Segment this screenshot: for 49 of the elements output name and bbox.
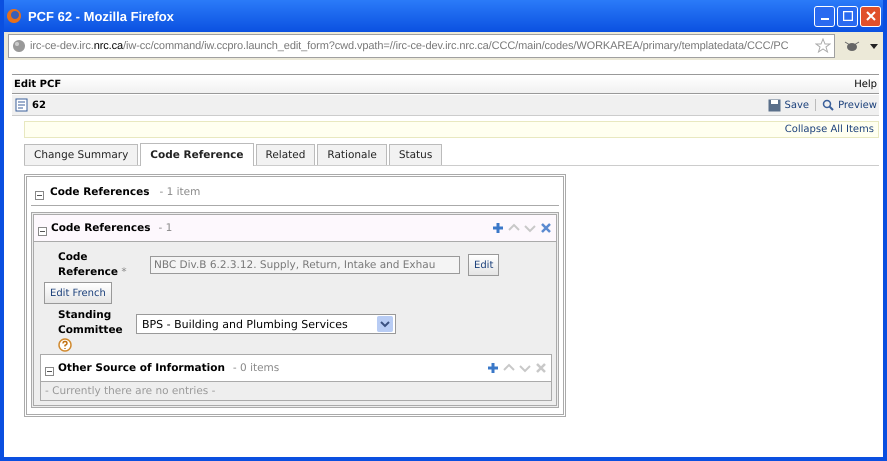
form-icon: [14, 98, 28, 112]
delete-icon[interactable]: [540, 222, 552, 234]
collapse-icon[interactable]: [45, 366, 54, 376]
collapse-icon[interactable]: [35, 190, 44, 200]
tab[interactable]: Rationale: [317, 144, 387, 165]
collapse-all-link[interactable]: Collapse All Items: [784, 124, 874, 135]
empty-message: - Currently there are no entries -: [44, 384, 216, 399]
globe-icon: [12, 39, 26, 53]
code-reference-field[interactable]: NBC Div.B 6.2.3.12. Supply, Return, Intake and Exhau: [150, 256, 460, 274]
bug-icon[interactable]: [843, 39, 861, 53]
field-label: Code Reference: [58, 251, 118, 278]
star-icon[interactable]: [815, 38, 831, 54]
plus-icon[interactable]: [492, 222, 504, 234]
save-link[interactable]: Save: [784, 100, 810, 110]
tab[interactable]: Change Summary: [24, 144, 138, 165]
close-icon: [866, 11, 876, 21]
item-count: - 0 items: [232, 362, 280, 374]
dropdown-icon: [377, 316, 393, 332]
maximize-button[interactable]: [837, 6, 858, 26]
edit-button[interactable]: Edit: [468, 254, 500, 276]
save-icon[interactable]: [768, 98, 781, 112]
minimize-button[interactable]: [814, 6, 835, 26]
item-count: - 1 item: [159, 186, 200, 198]
dropdown-icon[interactable]: [869, 42, 879, 50]
tab[interactable]: Related: [256, 144, 316, 165]
collapse-icon[interactable]: [38, 226, 47, 236]
window-title: PCF 62 - Mozilla Firefox: [28, 8, 174, 24]
required-mark: *: [121, 266, 127, 278]
record-number: 62: [32, 100, 46, 110]
minimize-icon: [820, 18, 828, 20]
field-label: Standing Committee: [58, 308, 123, 338]
item-count: - 1: [158, 222, 172, 234]
section-title: Other Source of Information: [58, 362, 225, 374]
address-field[interactable]: irc-ce-dev.irc.nrc.ca/iw-cc/command/iw.ccpro.launch_edit_form?cwd.vpath=//irc-ce-dev.irc.nrc.ca/CCC/main/codes/WORKAREA/primary/templatedata/CCC/PC: [8, 34, 835, 58]
maximize-icon: [842, 11, 852, 21]
help-link[interactable]: Help: [854, 78, 877, 90]
item-title: Code References: [51, 222, 150, 234]
plus-icon[interactable]: [487, 362, 499, 374]
tab[interactable]: Code Reference: [140, 143, 254, 166]
browser-icon: [6, 8, 22, 24]
standing-committee-dropdown[interactable]: BPS - Building and Plumbing Services: [136, 314, 396, 334]
close-button[interactable]: [860, 6, 881, 26]
preview-link[interactable]: Preview: [838, 100, 877, 110]
tab[interactable]: Status: [388, 144, 442, 165]
section-title: Code References: [50, 186, 150, 198]
search-icon[interactable]: [822, 99, 834, 111]
help-icon[interactable]: [58, 338, 72, 352]
page-title: Edit PCF: [14, 78, 62, 90]
edit-french-button[interactable]: Edit French: [44, 282, 112, 304]
